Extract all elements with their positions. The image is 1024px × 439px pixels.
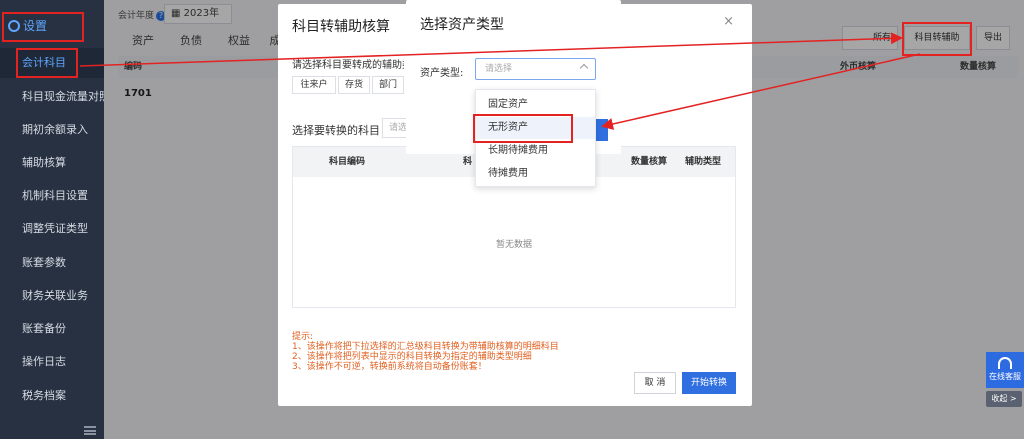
annotation-arrow — [79, 32, 903, 67]
annotation-arrows — [79, 32, 921, 130]
annotation-arrow — [601, 53, 921, 130]
